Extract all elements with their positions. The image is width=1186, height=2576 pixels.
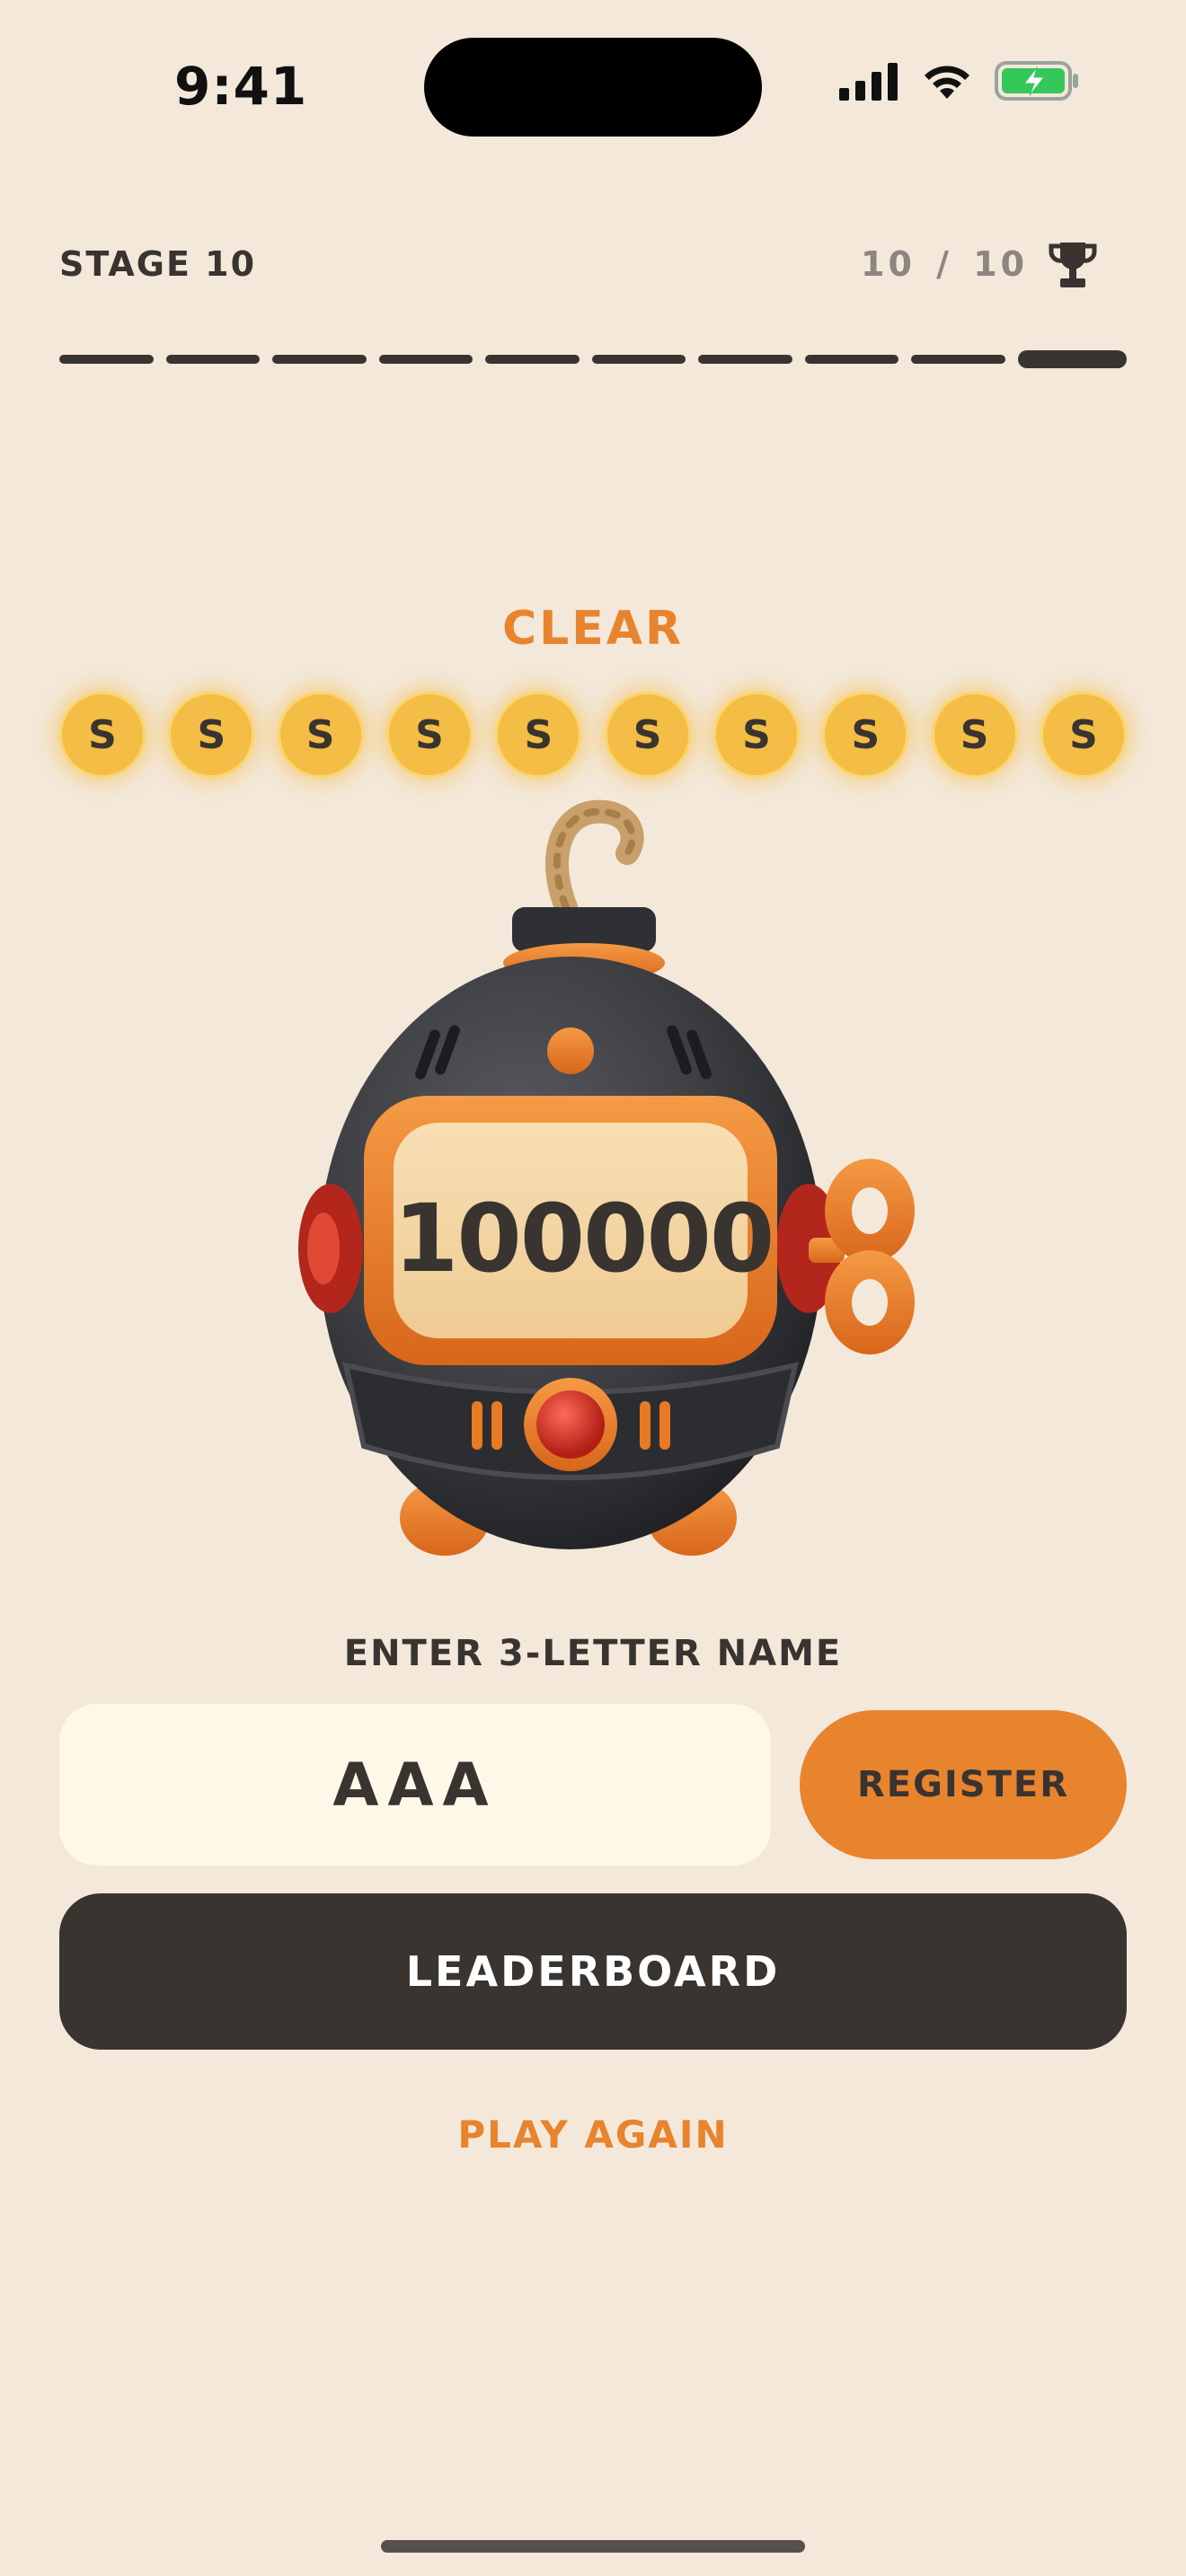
progress-segment	[591, 355, 686, 364]
progress-segment	[378, 355, 474, 364]
grade-coin: S	[822, 692, 909, 778]
wifi-icon	[925, 66, 969, 99]
grade-coin: S	[59, 692, 146, 778]
progress-segment	[59, 355, 154, 364]
stage-progress-text: 10 / 10	[861, 244, 1029, 284]
result-title: CLEAR	[501, 602, 685, 656]
progress-segment	[698, 355, 792, 364]
grade-coin: S	[604, 692, 691, 778]
grade-coin: S	[277, 692, 364, 778]
home-indicator[interactable]	[381, 2540, 805, 2553]
stage-progress-bar	[59, 350, 1128, 368]
grade-coin: S	[495, 692, 582, 778]
grade-coins: SSSSSSSSSS	[59, 692, 1127, 778]
stage-label: STAGE 10	[59, 244, 257, 284]
grade-coin: S	[931, 692, 1018, 778]
play-again-button[interactable]: PLAY AGAIN	[0, 2113, 1186, 2157]
progress-segment	[911, 355, 1005, 364]
progress-segment	[804, 355, 899, 364]
leaderboard-button[interactable]: LEADERBOARD	[59, 1893, 1127, 2050]
trophy-icon[interactable]	[1048, 239, 1098, 293]
progress-segment	[272, 355, 367, 364]
grade-coin: S	[1040, 692, 1127, 778]
name-entry-label: ENTER 3-LETTER NAME	[343, 1633, 843, 1674]
status-icons	[839, 59, 1080, 102]
cellular-signal-icon	[839, 63, 898, 101]
progress-segment	[485, 355, 580, 364]
dynamic-island	[424, 38, 762, 137]
progress-segment-current	[1017, 350, 1128, 368]
status-time: 9:41	[174, 56, 308, 117]
grade-coin: S	[385, 692, 473, 778]
name-input[interactable]	[59, 1704, 771, 1866]
score-display: 100000	[394, 1184, 774, 1293]
grade-coin: S	[168, 692, 255, 778]
register-button[interactable]: REGISTER	[800, 1710, 1127, 1859]
grade-coin: S	[712, 692, 800, 778]
battery-charging-icon	[995, 61, 1078, 101]
progress-segment	[165, 355, 261, 364]
